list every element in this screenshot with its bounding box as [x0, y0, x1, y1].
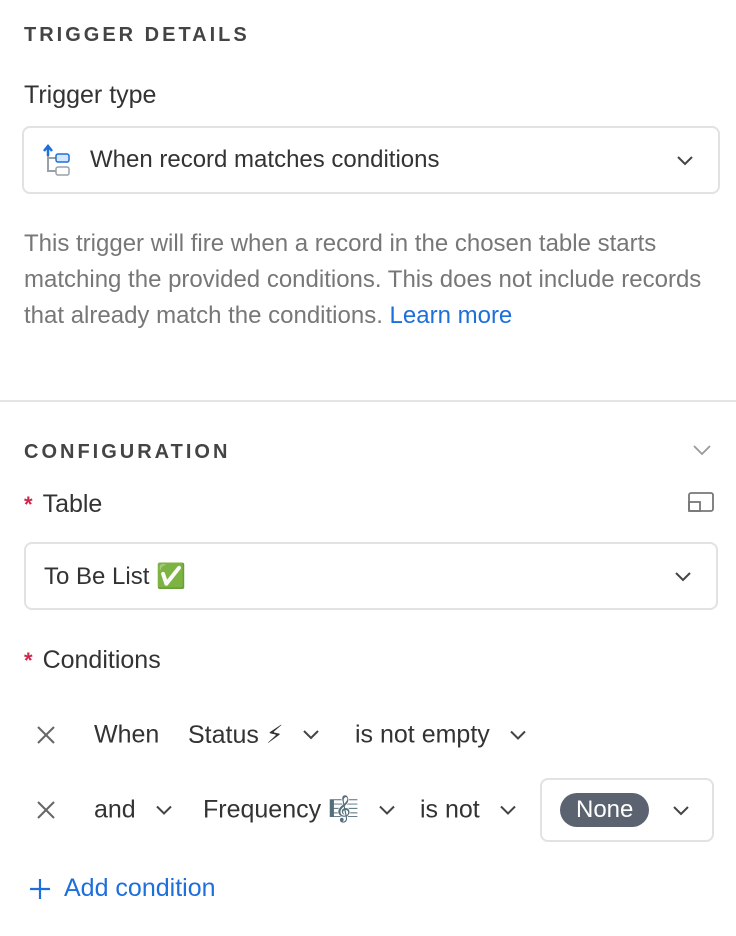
section-divider	[0, 400, 736, 402]
conditions-label-text: Conditions	[42, 646, 161, 674]
condition-field-select[interactable]: Frequency 🎼	[203, 796, 395, 825]
chevron-down-icon	[510, 730, 526, 740]
add-condition-label: Add condition	[64, 874, 216, 902]
trigger-description-text: This trigger will fire when a record in …	[24, 230, 702, 329]
learn-more-link[interactable]: Learn more	[390, 302, 513, 329]
trigger-description: This trigger will fire when a record in …	[24, 226, 714, 334]
condition-operator-select[interactable]: is not	[420, 796, 516, 825]
chevron-down-icon	[379, 805, 395, 815]
add-condition-button[interactable]: Add condition	[28, 874, 216, 903]
chevron-down-icon	[673, 806, 689, 816]
configuration-heading: CONFIGURATION	[24, 441, 231, 463]
condition-field-select[interactable]: Status ⚡	[188, 720, 320, 750]
plus-icon	[30, 878, 50, 899]
condition-row: and Frequency 🎼 is not None	[0, 778, 736, 842]
automation-trigger-panel: TRIGGER DETAILS Trigger type When record…	[0, 0, 736, 936]
condition-field-label: Frequency 🎼	[203, 795, 360, 824]
collapse-chevron-icon[interactable]	[692, 444, 712, 456]
remove-condition-icon[interactable]	[35, 799, 57, 821]
chevron-down-icon	[303, 730, 320, 740]
table-label: * Table	[24, 490, 102, 519]
required-marker: *	[24, 492, 33, 517]
chevron-down-icon	[677, 156, 693, 166]
table-label-text: Table	[42, 490, 103, 518]
condition-conjunction-select[interactable]: and	[94, 796, 172, 825]
condition-row: When Status ⚡ is not empty	[0, 703, 736, 767]
condition-operator-select[interactable]: is not empty	[355, 721, 526, 750]
required-marker: *	[24, 648, 33, 673]
condition-value-select[interactable]: None	[540, 778, 714, 842]
condition-operator-label: is not empty	[355, 720, 490, 749]
chevron-down-icon	[500, 805, 516, 815]
chevron-down-icon	[156, 805, 172, 815]
trigger-type-select[interactable]: When record matches conditions	[22, 126, 720, 194]
condition-conjunction-label: and	[94, 795, 136, 824]
conditions-label: * Conditions	[24, 646, 161, 675]
trigger-type-icon	[42, 143, 72, 178]
condition-value-pill: None	[560, 793, 650, 827]
trigger-type-value: When record matches conditions	[90, 146, 440, 173]
condition-conjunction: When	[94, 720, 160, 749]
table-value: To Be List ✅	[44, 562, 186, 590]
trigger-type-label: Trigger type	[24, 81, 157, 109]
chevron-down-icon	[675, 572, 691, 582]
expand-view-icon[interactable]	[688, 492, 714, 512]
condition-field-label: Status ⚡	[188, 721, 284, 749]
table-select[interactable]: To Be List ✅	[24, 542, 718, 610]
remove-condition-icon[interactable]	[35, 724, 57, 746]
trigger-details-heading: TRIGGER DETAILS	[24, 24, 250, 46]
condition-operator-label: is not	[420, 795, 480, 824]
